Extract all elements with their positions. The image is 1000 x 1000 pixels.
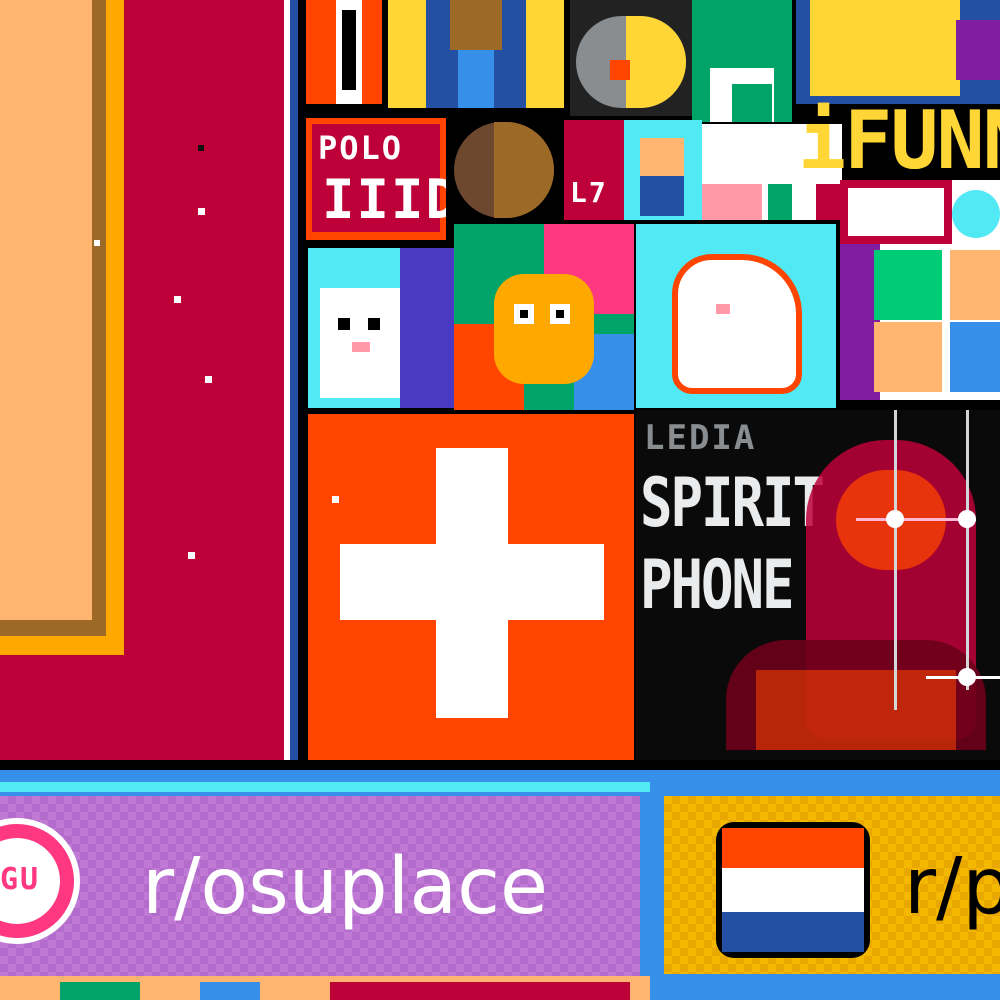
yellow-portrait-tile bbox=[388, 0, 564, 108]
black-separator bbox=[0, 760, 1000, 770]
sparkle-dot bbox=[198, 145, 204, 151]
faces-tile bbox=[840, 180, 1000, 400]
peach-panel bbox=[0, 0, 92, 620]
blue-divider bbox=[290, 0, 298, 760]
cat-tile bbox=[308, 248, 454, 408]
netherlands-flag-icon bbox=[716, 822, 870, 958]
sparkle-dot bbox=[198, 208, 205, 215]
spirit-text: SPIRIT bbox=[640, 463, 825, 542]
black-divider bbox=[298, 0, 306, 760]
sparkle-dot bbox=[174, 296, 181, 303]
red-text-tile: L7 bbox=[564, 120, 624, 220]
nl-banner-text: r/p bbox=[904, 842, 1000, 932]
gold-crown-tile bbox=[796, 0, 1000, 104]
sparkle-line bbox=[894, 410, 897, 710]
unicorn-tile bbox=[636, 224, 836, 408]
spirit-phone-panel: LEDIA SPIRIT PHONE bbox=[636, 410, 1000, 762]
orange-tile-top bbox=[306, 0, 382, 104]
sparkle-dot bbox=[94, 240, 100, 246]
person-sprite-tile bbox=[624, 120, 702, 220]
phone-text: PHONE bbox=[640, 545, 795, 624]
polo-text: POLO bbox=[318, 129, 404, 167]
osu-banner: GU r/osuplace bbox=[0, 796, 640, 976]
nl-banner: r/p bbox=[664, 796, 1000, 974]
sparkle-dot bbox=[205, 376, 212, 383]
polo-sub-text: IIID bbox=[322, 168, 446, 231]
osu-banner-text: r/osuplace bbox=[142, 842, 548, 932]
green-tile bbox=[692, 0, 792, 122]
ledia-text: LEDIA bbox=[644, 418, 757, 458]
gray-tile bbox=[570, 0, 692, 116]
sparkle-dot bbox=[188, 552, 195, 559]
sparkle-line bbox=[966, 410, 969, 690]
wood-ball-tile bbox=[446, 110, 570, 222]
squid-tile bbox=[454, 224, 634, 410]
bottom-strip bbox=[0, 976, 1000, 1000]
ifunny-text: iFUNN bbox=[798, 94, 1000, 187]
osu-logo-icon: GU bbox=[0, 818, 80, 944]
blue-separator bbox=[0, 770, 1000, 782]
polo-tile: POLO IIID bbox=[306, 118, 446, 240]
osu-logo-text: GU bbox=[0, 862, 41, 897]
swiss-cross-horizontal bbox=[340, 544, 604, 620]
swiss-flag-icon bbox=[308, 414, 634, 760]
